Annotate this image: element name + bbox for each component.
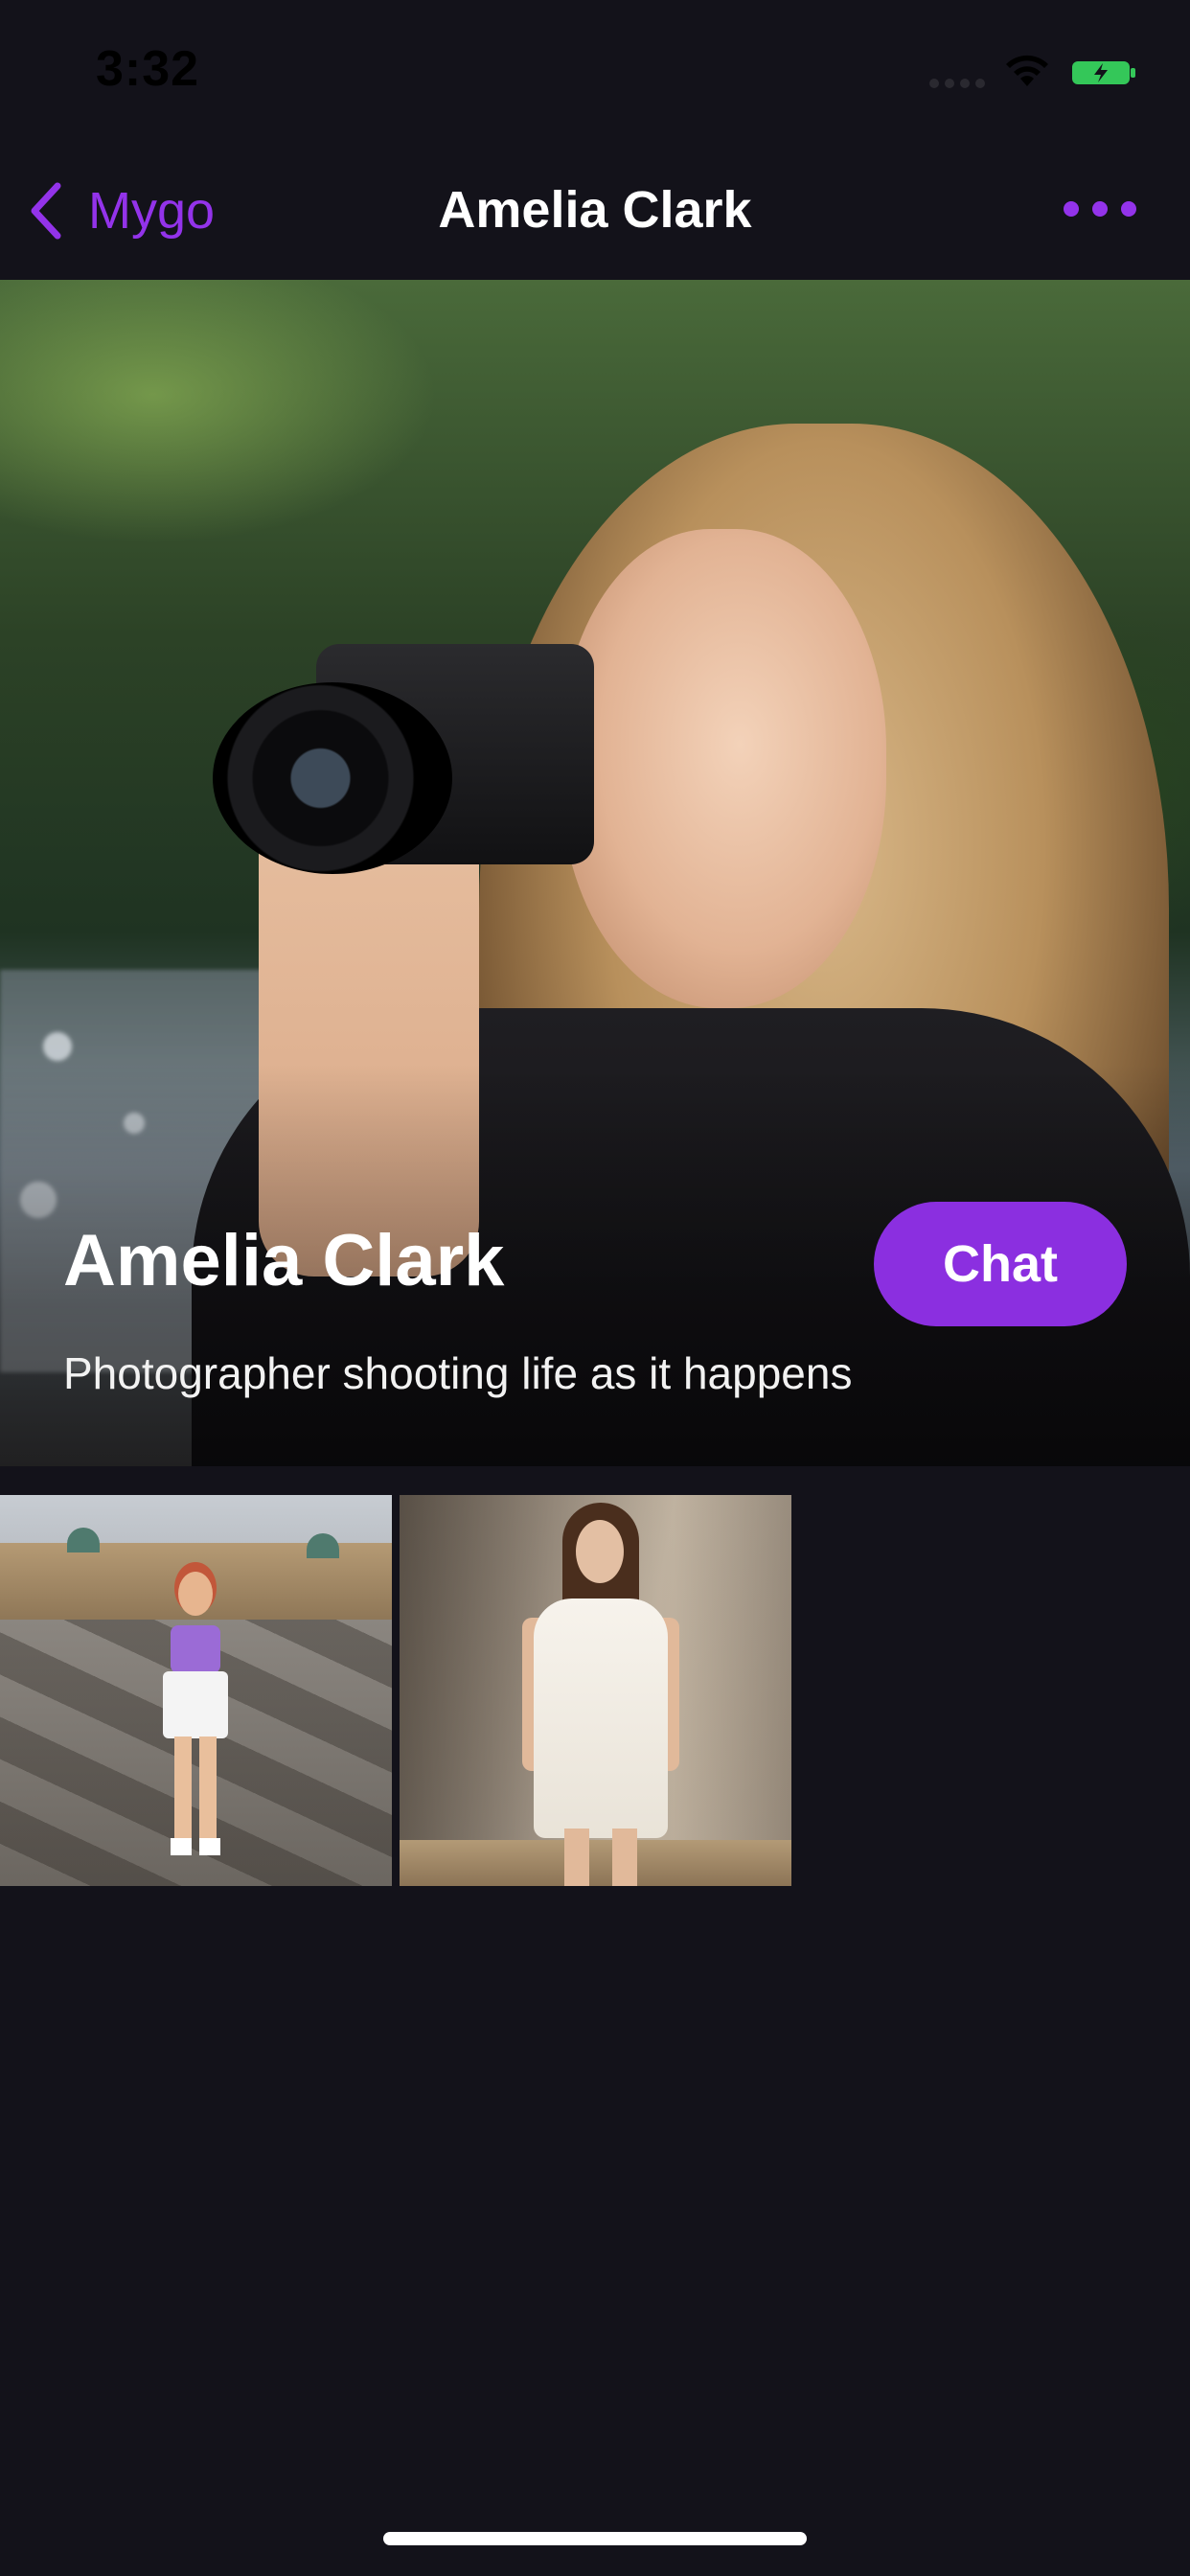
- wifi-icon: [1006, 55, 1048, 86]
- signal-icon: [929, 79, 985, 88]
- battery-charging-icon: [1072, 61, 1135, 84]
- status-time: 3:32: [96, 41, 200, 97]
- profile-name: Amelia Clark: [63, 1220, 505, 1301]
- gallery-photo-plaza[interactable]: [0, 1495, 392, 1886]
- photo-gallery: [0, 1495, 1190, 1886]
- profile-tagline: Photographer shooting life as it happens: [63, 1348, 853, 1398]
- nav-title: Amelia Clark: [438, 181, 752, 239]
- profile-screen: 3:32 Mygo Amelia Clark Amelia Clark Phot…: [0, 0, 1190, 2576]
- camera-lens: [213, 682, 452, 874]
- status-bar: 3:32: [0, 0, 1190, 144]
- gallery-photo-white-dress[interactable]: [400, 1495, 791, 1886]
- navigation-bar: Mygo Amelia Clark: [0, 144, 1190, 280]
- more-options-button[interactable]: [1064, 190, 1136, 228]
- more-horizontal-icon: [1064, 201, 1079, 217]
- chat-button[interactable]: Chat: [874, 1202, 1127, 1326]
- hero-photo: Amelia Clark Photographer shooting life …: [0, 280, 1190, 1466]
- home-indicator[interactable]: [383, 2532, 807, 2545]
